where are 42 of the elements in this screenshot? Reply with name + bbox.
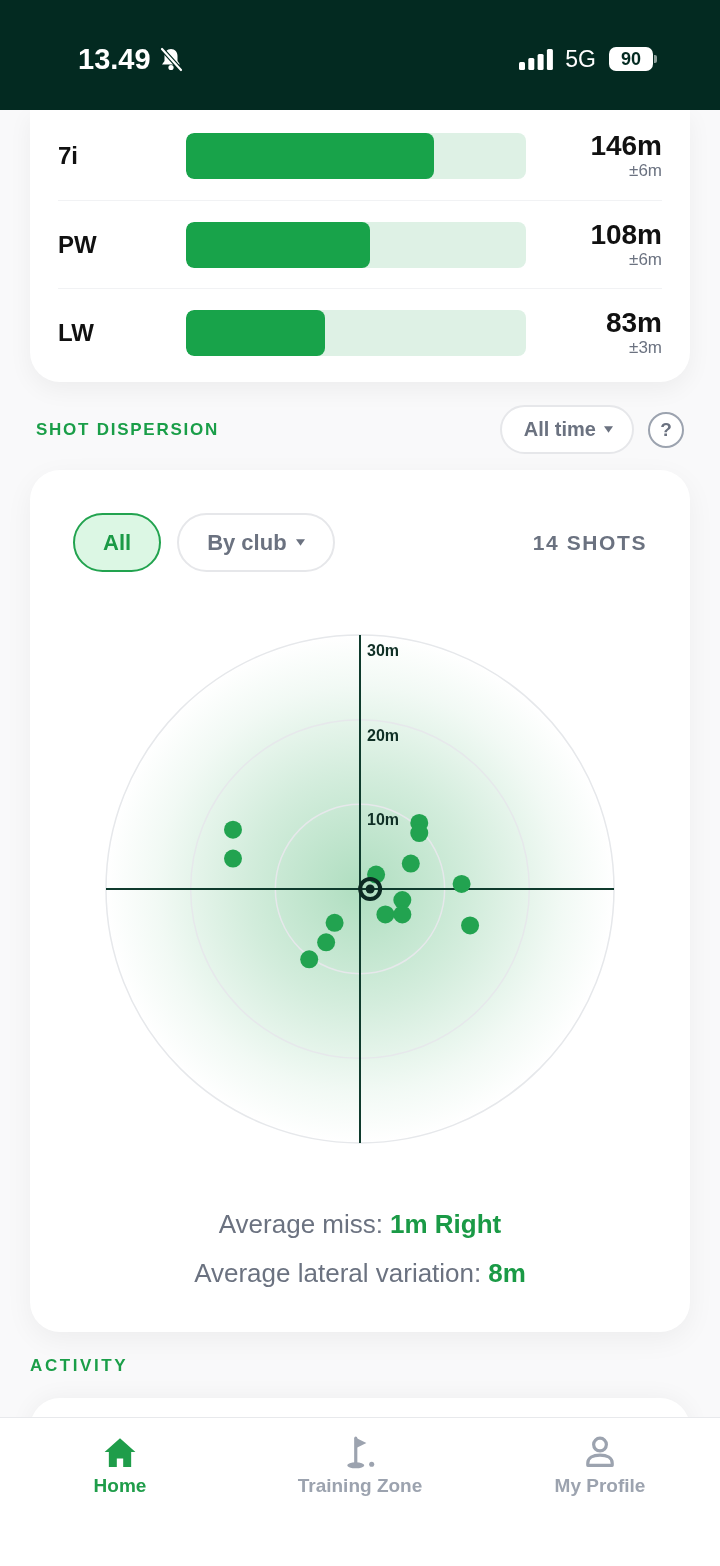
network-label: 5G bbox=[565, 45, 596, 73]
distance-spread: ±3m bbox=[629, 337, 662, 358]
shot-point bbox=[401, 854, 420, 873]
distance-value: 108m bbox=[590, 219, 662, 250]
club-label: PW bbox=[58, 230, 97, 259]
filter-chip[interactable]: All bbox=[73, 513, 162, 572]
nav-tab[interactable]: Home bbox=[89, 1418, 151, 1503]
shot-point bbox=[410, 824, 429, 843]
shot-point bbox=[393, 905, 412, 924]
shot-point bbox=[325, 913, 344, 932]
person-icon bbox=[583, 1435, 617, 1469]
distance-value: 146m bbox=[590, 131, 662, 161]
shot-count: 14 SHOTS bbox=[532, 530, 647, 555]
shot-point bbox=[317, 933, 336, 952]
nav-tab[interactable]: Training Zone bbox=[293, 1418, 427, 1503]
shot-point bbox=[300, 950, 319, 969]
battery-indicator: 90 bbox=[609, 47, 657, 71]
shot-point bbox=[461, 916, 480, 935]
summary-text: Average lateral variation: 8m bbox=[193, 1257, 527, 1290]
ring-label: 10m bbox=[367, 811, 400, 829]
bullseye-marker-icon bbox=[358, 877, 383, 901]
shot-point bbox=[376, 905, 395, 924]
help-button[interactable]: ? bbox=[648, 411, 684, 448]
nav-tab[interactable]: My Profile bbox=[550, 1418, 650, 1503]
section-title: ACTIVITY bbox=[30, 1356, 129, 1376]
club-label: 7i bbox=[58, 142, 78, 170]
signal-icon bbox=[519, 48, 554, 70]
ring-label: 20m bbox=[367, 726, 400, 744]
distance-value: 83m bbox=[605, 307, 662, 338]
shot-point bbox=[452, 874, 471, 893]
shot-point bbox=[224, 849, 242, 868]
filter-chip[interactable]: By club bbox=[177, 513, 335, 572]
summary-text: Average miss: 1m Right bbox=[217, 1208, 503, 1241]
club-label: LW bbox=[58, 318, 94, 347]
section-title: SHOT DISPERSION bbox=[36, 419, 220, 440]
shot-point bbox=[224, 820, 242, 839]
distance-spread: ±6m bbox=[629, 249, 662, 270]
period-dropdown[interactable]: All time bbox=[499, 405, 634, 454]
status-time: 13.49 bbox=[78, 42, 151, 76]
ring-label: 30m bbox=[367, 642, 400, 659]
distance-spread: ±6m bbox=[629, 161, 662, 181]
shot-point bbox=[367, 865, 386, 884]
